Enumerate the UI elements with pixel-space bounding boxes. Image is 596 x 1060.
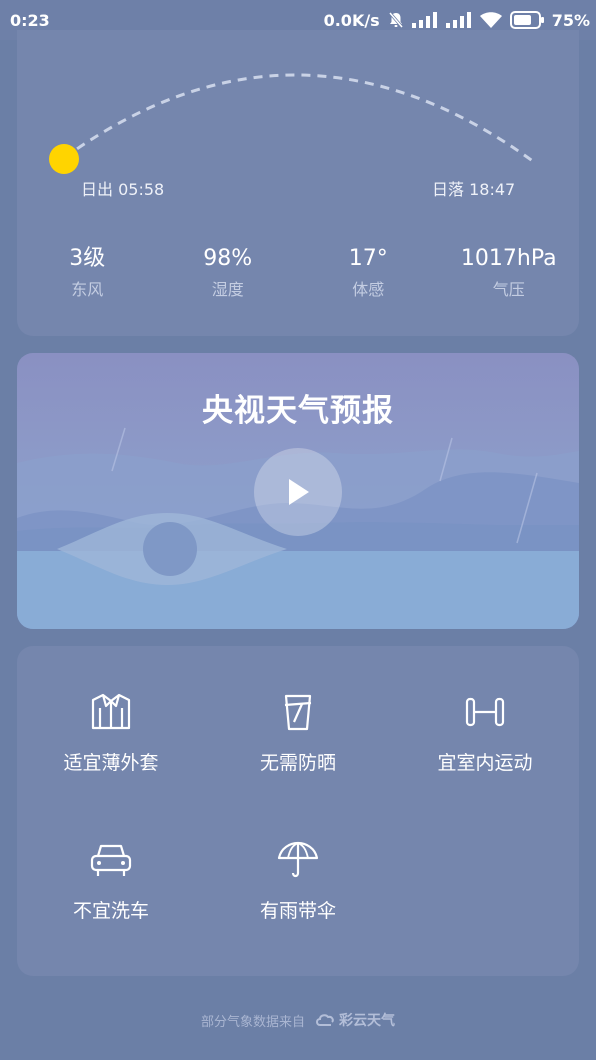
tip-umbrella[interactable]: 有雨带伞 — [204, 840, 392, 923]
tip-label: 不宜洗车 — [72, 900, 149, 922]
footer-source-text: 部分气象数据来自 — [200, 1014, 305, 1030]
stat-feels-like: 17° 体感 — [298, 244, 439, 300]
status-icons: 0.0K/s 75% — [324, 11, 590, 30]
stat-value: 98% — [203, 246, 253, 271]
stat-wind: 3级 东风 — [17, 244, 158, 300]
data-source-footer: 部分气象数据来自 彩云天气 — [0, 1010, 596, 1030]
sun-icon — [49, 144, 79, 174]
sunset-time: 日落 18:47 — [432, 180, 516, 199]
car-icon — [90, 844, 132, 876]
cctv-forecast-video-card[interactable]: 央视天气预报 — [17, 353, 579, 629]
cloud-icon — [316, 1014, 334, 1026]
tip-label: 适宜薄外套 — [63, 752, 159, 774]
weather-stats: 3级 东风 98% 湿度 17° 体感 1017hPa 气压 — [17, 244, 579, 300]
tip-indoor-sport[interactable]: 宜室内运动 — [391, 692, 579, 775]
stat-label: 东风 — [71, 280, 104, 299]
network-speed: 0.0K/s — [323, 10, 380, 30]
stat-pressure: 1017hPa 气压 — [439, 244, 580, 300]
sunscreen-cup-icon — [284, 694, 312, 731]
sun-arc — [49, 73, 535, 174]
sunrise-time: 日出 05:58 — [81, 180, 165, 199]
video-title: 央视天气预报 — [202, 393, 394, 429]
tip-jacket[interactable]: 适宜薄外套 — [17, 692, 205, 775]
signal-icon — [445, 12, 472, 28]
play-button[interactable] — [254, 448, 342, 536]
mute-bell-icon — [388, 11, 404, 29]
jacket-icon — [91, 693, 131, 730]
stat-humidity: 98% 湿度 — [158, 244, 299, 300]
status-time: 0:23 — [10, 10, 50, 30]
stat-label: 气压 — [492, 280, 525, 299]
tip-label: 宜室内运动 — [437, 752, 533, 774]
tip-label: 有雨带伞 — [259, 900, 336, 922]
dumbbell-icon — [465, 697, 505, 727]
stat-value: 3级 — [69, 246, 106, 271]
tip-sunscreen[interactable]: 无需防晒 — [204, 692, 392, 775]
battery-icon — [509, 11, 544, 29]
brand-link[interactable]: 彩云天气 — [315, 1010, 395, 1030]
life-tips-card: 适宜薄外套 无需防晒 宜室内运动 不宜洗车 有雨带伞 — [17, 646, 579, 976]
stat-label: 湿度 — [211, 280, 244, 299]
battery-percent: 75% — [551, 10, 590, 30]
tip-car-wash[interactable]: 不宜洗车 — [17, 840, 205, 923]
stat-label: 体感 — [352, 280, 385, 299]
stat-value: 1017hPa — [460, 246, 557, 271]
tip-label: 无需防晒 — [259, 752, 336, 774]
umbrella-icon — [277, 841, 319, 878]
wifi-icon — [479, 12, 502, 28]
stat-value: 17° — [348, 246, 388, 271]
sun-info-card: 日出 05:58 日落 18:47 3级 东风 98% 湿度 17° 体感 10… — [17, 30, 579, 336]
play-icon — [289, 479, 309, 505]
brand-name: 彩云天气 — [339, 1013, 395, 1029]
signal-icon — [411, 12, 438, 28]
